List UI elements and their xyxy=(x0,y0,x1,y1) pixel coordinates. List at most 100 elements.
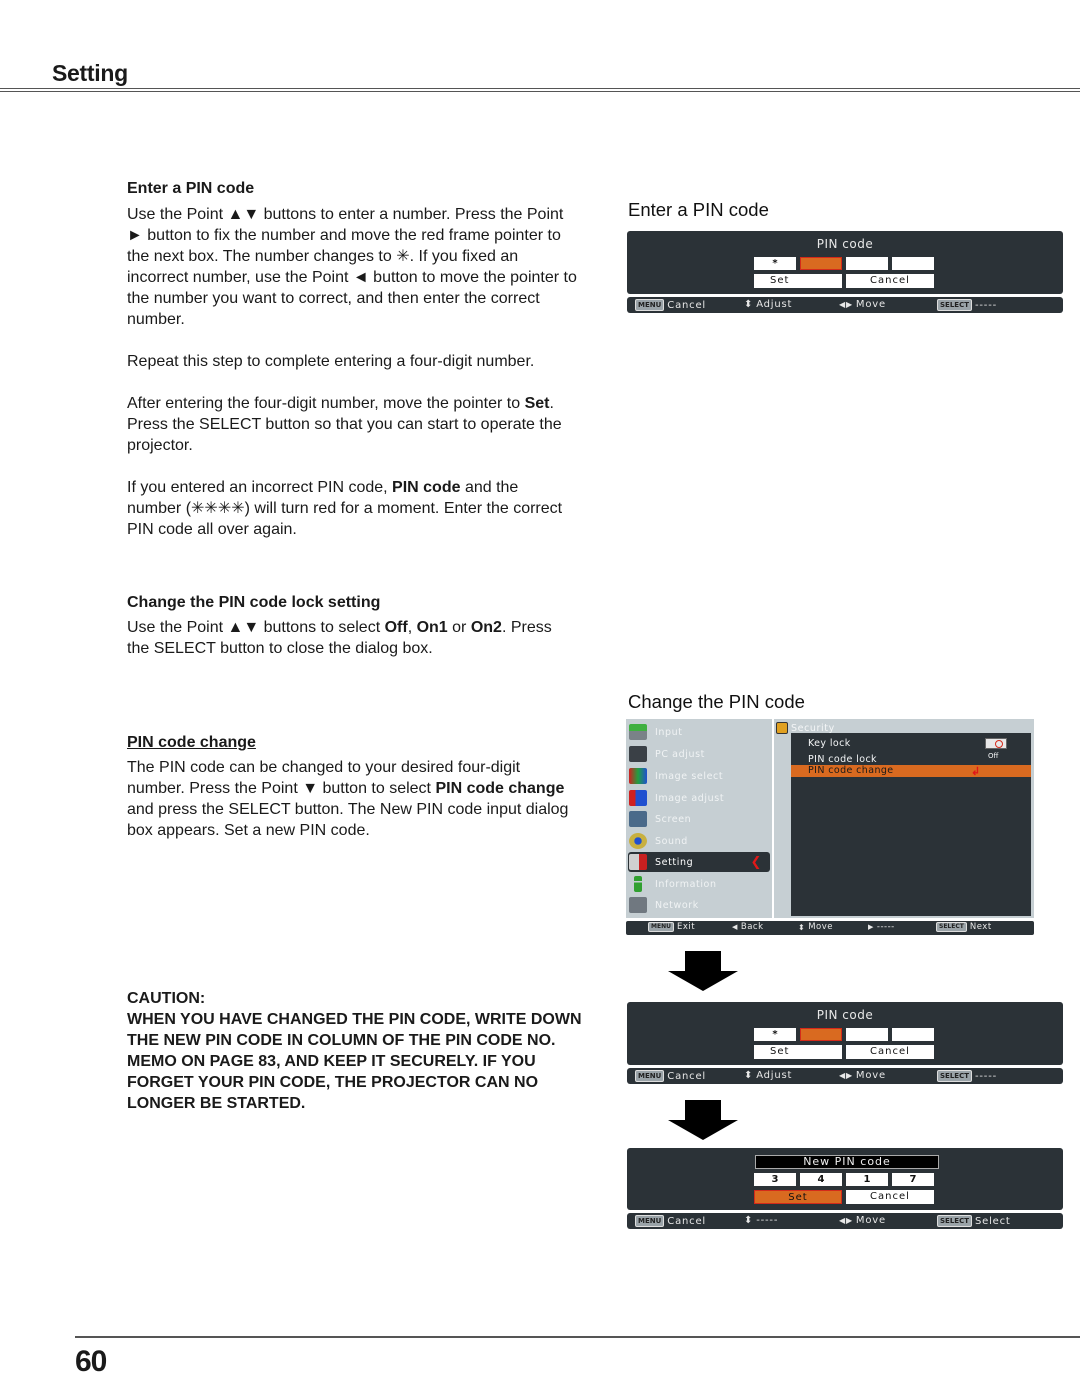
menu-item-label: PC adjust xyxy=(655,748,705,760)
input-icon xyxy=(629,724,647,740)
guide-bar: MENU Cancel ⬍ ----- ◀▶ Move SELECT Select xyxy=(627,1213,1063,1229)
set-button[interactable]: Set xyxy=(754,274,842,288)
pin-digit-box[interactable] xyxy=(846,1028,888,1041)
menu-item-label: Network xyxy=(655,899,699,911)
menu-item-input[interactable]: Input xyxy=(628,722,770,742)
dialog-title: PIN code xyxy=(816,1008,874,1022)
guide-right: ▶ ----- xyxy=(868,922,895,932)
menu-item-pc-adjust[interactable]: PC adjust xyxy=(628,744,770,764)
menu-item-label: Input xyxy=(655,726,683,738)
submenu-panel: Security Key lock PIN code lock Off PIN … xyxy=(774,719,1034,918)
menu-item-screen[interactable]: Screen xyxy=(628,809,770,829)
menu-key-icon: MENU xyxy=(635,1070,665,1082)
guide-next: SELECT Next xyxy=(936,922,992,932)
pin-digit-box[interactable]: 7 xyxy=(892,1173,934,1186)
select-key-icon: SELECT xyxy=(937,1070,972,1082)
submenu-item-pin-code-lock[interactable]: PIN code lock xyxy=(808,754,877,765)
guide-menu: MENU Cancel xyxy=(635,1215,706,1227)
enter-pin-section: Enter a PIN code Use the Point ▲▼ button… xyxy=(127,178,577,540)
footer-rule xyxy=(75,1336,1080,1338)
caution-text: WHEN YOU HAVE CHANGED THE PIN CODE, WRIT… xyxy=(127,1011,582,1112)
pin-digit-box[interactable]: 4 xyxy=(800,1173,842,1186)
enter-pin-para2: Repeat this step to complete entering a … xyxy=(127,353,535,370)
pin-digit-box[interactable] xyxy=(846,257,888,270)
guide-label: Exit xyxy=(676,922,696,932)
pin-digit-box[interactable] xyxy=(892,257,934,270)
pin-change-section: PIN code change The PIN code can be chan… xyxy=(127,732,577,841)
pc-adjust-icon xyxy=(629,746,647,762)
cancel-button[interactable]: Cancel xyxy=(846,1045,934,1059)
submenu-title: Security xyxy=(791,722,835,734)
submenu-item-key-lock[interactable]: Key lock xyxy=(808,738,851,749)
guide-label: Move xyxy=(855,1070,886,1081)
guide-adjust: ⬍ ----- xyxy=(744,1215,778,1226)
pin-digit-box[interactable]: 1 xyxy=(846,1173,888,1186)
selected-chevron-icon: ❮ xyxy=(750,854,762,870)
pin-digit-box-active[interactable] xyxy=(800,257,842,270)
dialog-button-row: Set Cancel xyxy=(754,274,934,288)
guide-bar: MENU Cancel ⬍ Adjust ◀▶ Move SELECT ----- xyxy=(627,1068,1063,1084)
guide-label: ----- xyxy=(974,1070,998,1082)
pin-digit-box[interactable]: * xyxy=(754,257,796,270)
menu-item-image-adjust[interactable]: Image adjust xyxy=(628,788,770,808)
text: , xyxy=(407,619,417,636)
dialog-panel: PIN code * Set Cancel xyxy=(627,1002,1063,1065)
menu-item-sound[interactable]: Sound xyxy=(628,831,770,851)
option-off: Off xyxy=(384,619,408,636)
left-arrow-icon: ◀ xyxy=(732,923,738,931)
right-arrow-icon: ▶ xyxy=(868,923,874,931)
set-button[interactable]: Set xyxy=(754,1190,842,1204)
page-section-title: Setting xyxy=(52,60,128,86)
enter-icon: ↲ xyxy=(971,766,981,778)
pin-digit-row: * xyxy=(754,1028,934,1041)
guide-bar: MENU Cancel ⬍ Adjust ◀▶ Move SELECT ----- xyxy=(627,297,1063,313)
change-lock-section: Change the PIN code lock setting Use the… xyxy=(127,592,577,659)
guide-move: ◀▶ Move xyxy=(839,1215,886,1226)
menu-key-icon: MENU xyxy=(648,922,674,932)
menu-item-label: Screen xyxy=(655,813,692,825)
guide-back: ◀ Back xyxy=(732,922,764,932)
network-icon xyxy=(629,897,647,913)
menu-key-icon: MENU xyxy=(635,1215,665,1227)
submenu-item-pin-code-change[interactable]: PIN code change xyxy=(791,765,1031,777)
pin-digit-box[interactable]: 3 xyxy=(754,1173,796,1186)
new-pin-code-dialog: New PIN code 3 4 1 7 Set Cancel MENU Canc… xyxy=(627,1148,1063,1229)
menu-body: Input PC adjust Image select Image adjus… xyxy=(626,719,1034,918)
caution-label: CAUTION: xyxy=(127,990,206,1007)
dialog-title: PIN code xyxy=(816,237,874,251)
guide-adjust: ⬍ Adjust xyxy=(744,299,792,310)
menu-item-information[interactable]: Information xyxy=(628,874,770,894)
guide-move: ◀▶ Move xyxy=(839,1070,886,1081)
guide-select: SELECT Select xyxy=(937,1215,1011,1227)
guide-label: ----- xyxy=(876,922,895,932)
set-button[interactable]: Set xyxy=(754,1045,842,1059)
pin-digit-box-active[interactable] xyxy=(800,1028,842,1041)
guide-menu: MENU Cancel xyxy=(635,1070,706,1082)
guide-select: SELECT ----- xyxy=(937,299,997,311)
menu-item-network[interactable]: Network xyxy=(628,895,770,915)
guide-label: Cancel xyxy=(667,299,706,311)
pin-digit-box[interactable] xyxy=(892,1028,934,1041)
guide-label: ----- xyxy=(756,1215,779,1226)
text-bold: PIN code xyxy=(392,479,461,496)
text: After entering the four-digit number, mo… xyxy=(127,395,525,412)
guide-exit: MENU Exit xyxy=(648,922,695,932)
text-bold: PIN code change xyxy=(435,780,565,797)
menu-key-icon: MENU xyxy=(635,299,665,311)
enter-pin-para3: After entering the four-digit number, mo… xyxy=(127,393,577,456)
select-key-icon: SELECT xyxy=(937,299,972,311)
image-adjust-icon xyxy=(629,790,647,806)
guide-select: SELECT ----- xyxy=(937,1070,997,1082)
guide-label: Move xyxy=(855,1215,886,1226)
menu-item-image-select[interactable]: Image select xyxy=(628,766,770,786)
text: and press the SELECT button. The New PIN… xyxy=(127,801,569,839)
cancel-button[interactable]: Cancel xyxy=(846,1190,934,1204)
text: If you entered an incorrect PIN code, xyxy=(127,479,393,496)
pin-digit-box[interactable]: * xyxy=(754,1028,796,1041)
menu-item-setting[interactable]: Setting ❮ xyxy=(628,852,770,872)
sound-icon xyxy=(629,833,647,849)
select-key-icon: SELECT xyxy=(937,1215,972,1227)
left-right-arrows-icon: ◀▶ xyxy=(839,300,853,309)
cancel-button[interactable]: Cancel xyxy=(846,274,934,288)
dialog-panel: PIN code * Set Cancel xyxy=(627,231,1063,294)
